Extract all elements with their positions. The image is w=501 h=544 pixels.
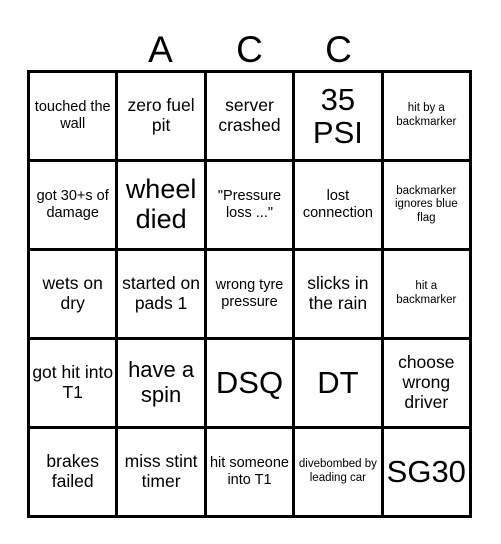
bingo-cell-label: hit someone into T1 xyxy=(209,455,289,488)
bingo-cell-label: hit by a backmarker xyxy=(396,102,457,128)
bingo-cell[interactable]: got 30+s of damage xyxy=(30,162,119,251)
bingo-cell-label: divebombed by leading car xyxy=(298,458,377,484)
bingo-cell[interactable]: wets on dry xyxy=(30,251,119,340)
bingo-cell-label: lost connection xyxy=(302,188,373,221)
bingo-cell-label: miss stint timer xyxy=(124,451,198,491)
bingo-cell-label: wets on dry xyxy=(42,273,103,313)
bingo-cell-label: touched the wall xyxy=(34,99,111,132)
bingo-cell[interactable]: zero fuel pit xyxy=(118,73,207,162)
bingo-grid: touched the wall zero fuel pit server cr… xyxy=(27,70,472,518)
bingo-cell[interactable]: DSQ xyxy=(206,340,296,429)
bingo-cell[interactable]: started on pads 1 xyxy=(118,251,207,340)
bingo-cell[interactable]: miss stint timer xyxy=(118,429,207,518)
bingo-cell-label: DT xyxy=(317,365,359,401)
bingo-cell[interactable]: hit someone into T1 xyxy=(206,429,296,518)
bingo-cell[interactable]: server crashed xyxy=(206,73,296,162)
bingo-header-letters: A C C xyxy=(27,22,472,70)
bingo-cell[interactable]: "Pressure loss ..." xyxy=(206,162,296,251)
bingo-cell-label: backmarker ignores blue flag xyxy=(394,184,458,224)
bingo-cell-label: "Pressure loss ..." xyxy=(217,188,282,221)
bingo-cell[interactable]: hit a backmarker xyxy=(383,251,472,340)
bingo-cell-label: got 30+s of damage xyxy=(36,188,109,221)
bingo-cell-label: zero fuel pit xyxy=(127,95,195,135)
header-letter-col-3: C xyxy=(236,29,263,70)
bingo-cell[interactable]: have a spin xyxy=(118,340,207,429)
bingo-cell-label: hit a backmarker xyxy=(396,280,457,306)
bingo-cell[interactable]: touched the wall xyxy=(30,73,119,162)
bingo-cell-label: 35 PSI xyxy=(312,81,363,150)
bingo-cell[interactable]: backmarker ignores blue flag xyxy=(383,162,472,251)
bingo-cell[interactable]: DT xyxy=(295,340,384,429)
bingo-cell-label: DSQ xyxy=(215,365,284,401)
bingo-cell-label: wheel died xyxy=(125,174,197,234)
bingo-cell[interactable]: 35 PSI xyxy=(295,73,384,162)
bingo-cell[interactable]: lost connection xyxy=(295,162,384,251)
bingo-cell-label: server crashed xyxy=(218,95,281,135)
bingo-cell[interactable]: divebombed by leading car xyxy=(295,429,384,518)
bingo-cell[interactable]: choose wrong driver xyxy=(383,340,472,429)
header-letter-col-4: C xyxy=(325,29,352,70)
bingo-card: A C C touched the wall zero fuel pit ser… xyxy=(0,0,501,544)
bingo-cell-label: got hit into T1 xyxy=(32,362,114,402)
bingo-cell[interactable]: brakes failed xyxy=(30,429,119,518)
bingo-cell[interactable]: wheel died xyxy=(118,162,207,251)
bingo-cell[interactable]: SG30 xyxy=(383,429,472,518)
bingo-cell[interactable]: got hit into T1 xyxy=(30,340,119,429)
bingo-cell[interactable]: slicks in the rain xyxy=(295,251,384,340)
bingo-cell-label: have a spin xyxy=(128,357,195,407)
bingo-cell-label: started on pads 1 xyxy=(122,273,200,313)
bingo-cell[interactable]: wrong tyre pressure xyxy=(206,251,296,340)
header-letter-col-2: A xyxy=(148,29,173,70)
bingo-cell-label: choose wrong driver xyxy=(398,352,455,412)
bingo-cell-label: wrong tyre pressure xyxy=(215,277,284,310)
bingo-cell-label: SG30 xyxy=(386,454,466,490)
bingo-cell-label: brakes failed xyxy=(46,451,99,491)
bingo-cell[interactable]: hit by a backmarker xyxy=(383,73,472,162)
bingo-cell-label: slicks in the rain xyxy=(307,273,369,313)
